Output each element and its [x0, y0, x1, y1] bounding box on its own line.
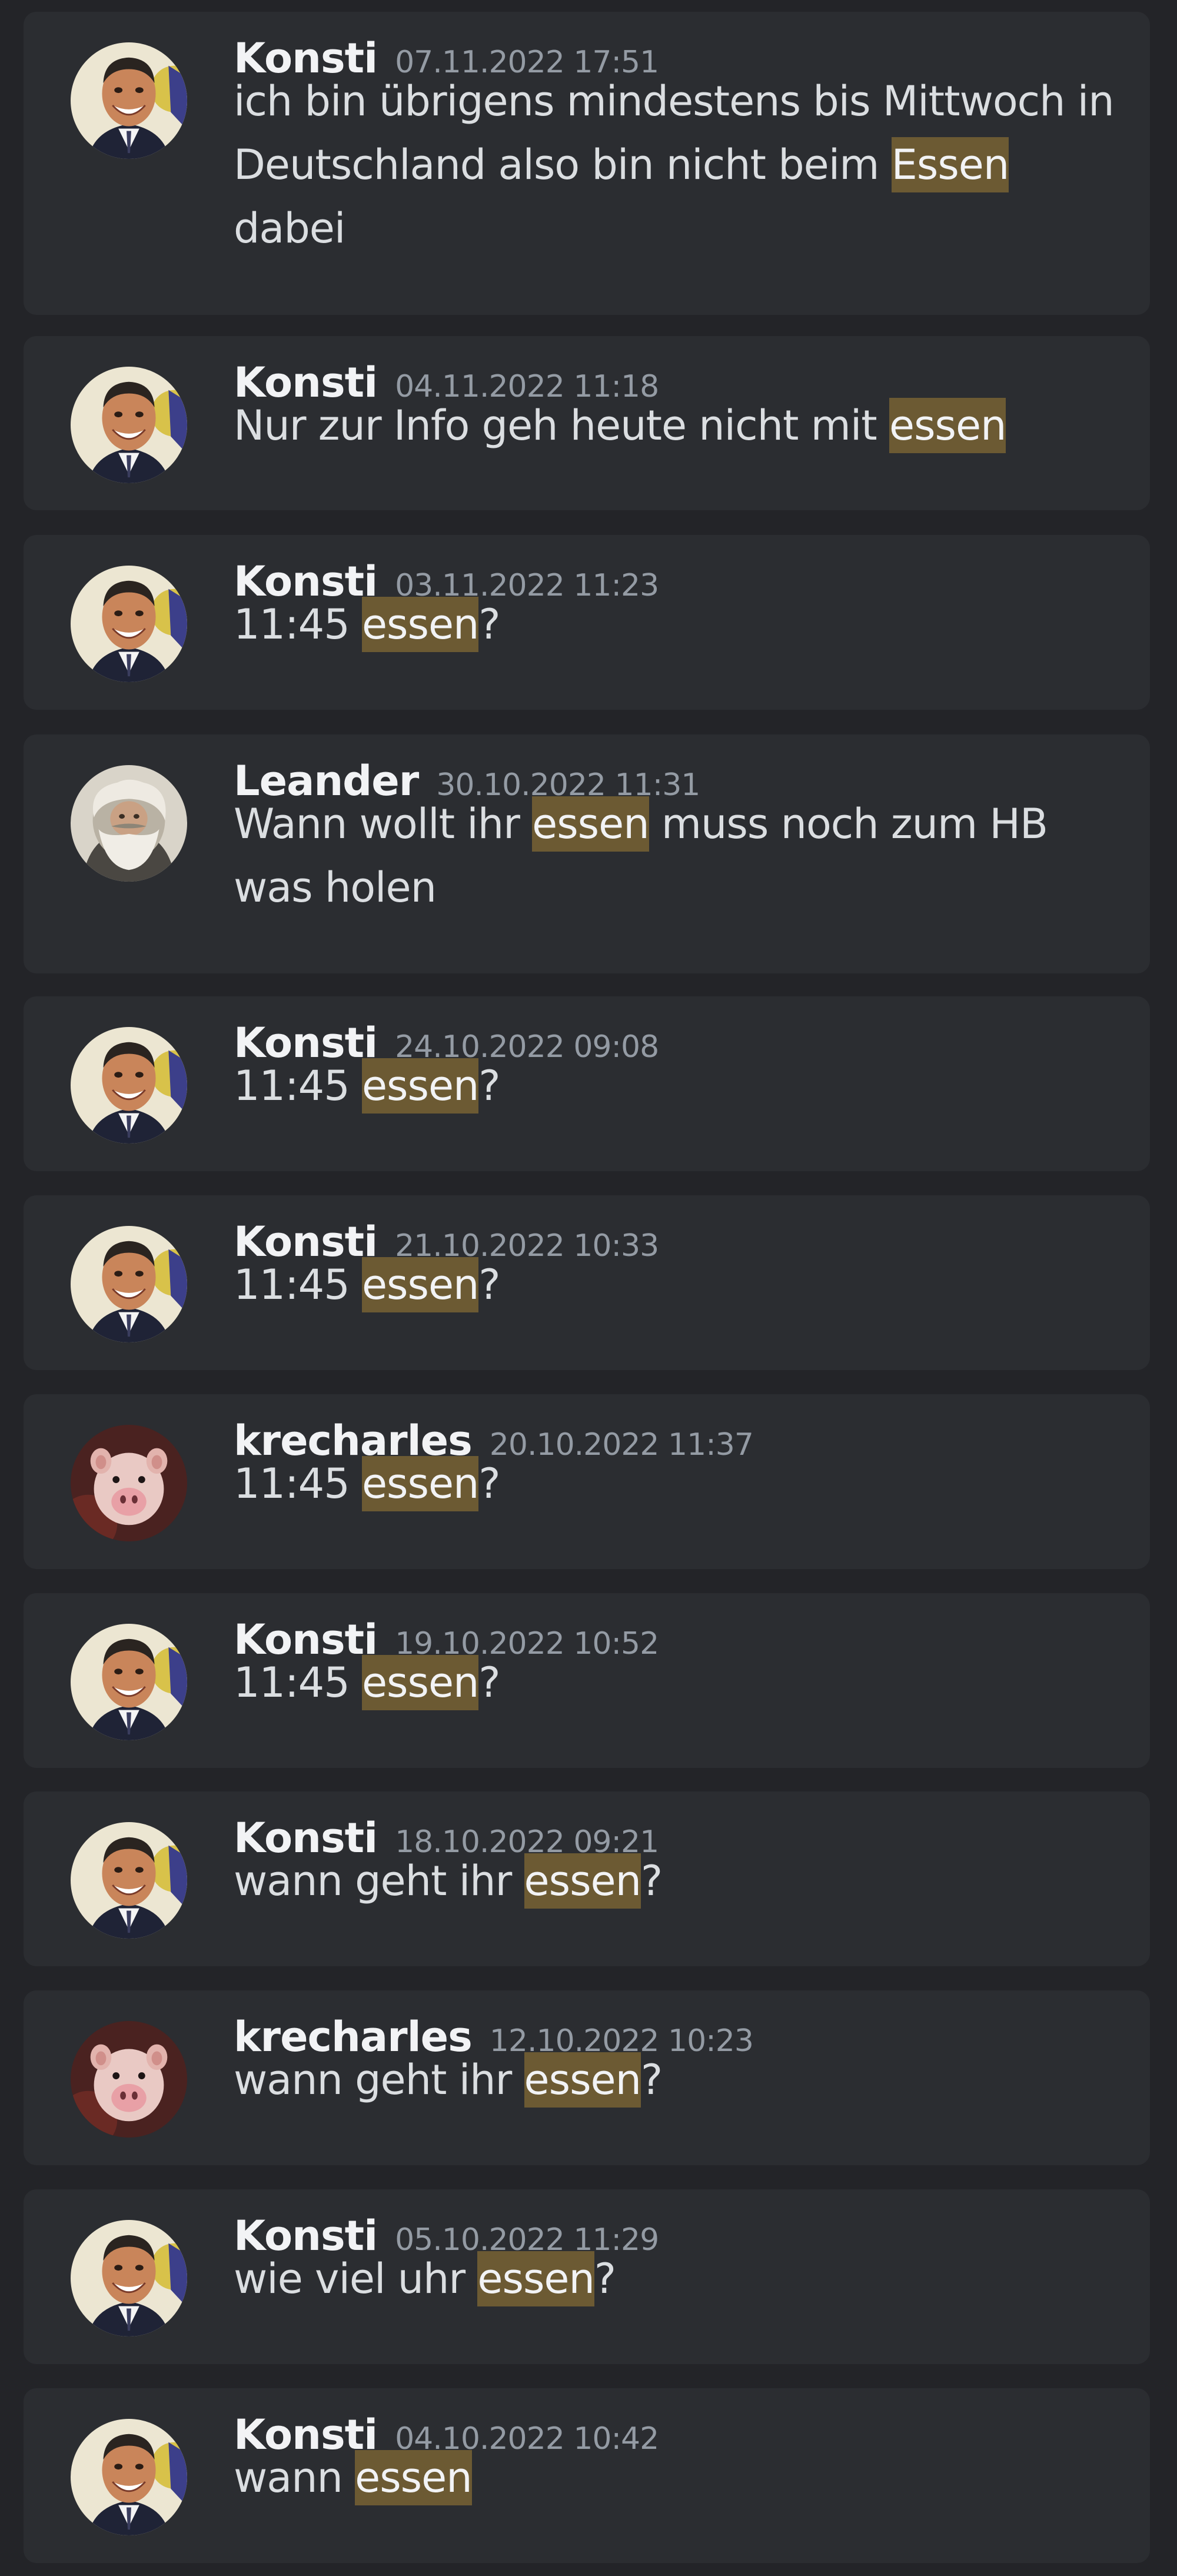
search-highlight: essen — [524, 2052, 641, 2108]
avatar[interactable] — [71, 367, 187, 483]
message-content: ich bin übrigens mindestens bis Mittwoch… — [234, 69, 1128, 260]
krecharles-avatar-icon — [71, 1425, 187, 1541]
leander-avatar-icon — [71, 765, 187, 882]
message-text: Wann wollt ihr — [234, 800, 533, 848]
avatar[interactable] — [71, 1624, 187, 1740]
search-result-message[interactable]: Konsti 05.10.2022 11:29 wie viel uhr essen… — [24, 2189, 1150, 2364]
message-text: wann geht ihr — [234, 2056, 524, 2104]
message-content: 11:45 essen? — [234, 593, 1128, 656]
search-highlight: essen — [361, 1456, 479, 1511]
avatar[interactable] — [71, 765, 187, 882]
search-highlight: essen — [361, 1058, 479, 1114]
message-text: 11:45 — [234, 1658, 362, 1707]
konsti-avatar-icon — [71, 1226, 187, 1342]
search-result-message[interactable]: krecharles 12.10.2022 10:23 wann geht ihr … — [24, 1990, 1150, 2165]
search-highlight: essen — [361, 1655, 479, 1710]
search-highlight: essen — [532, 796, 650, 852]
message-content: Wann wollt ihr essen muss noch zum HB wa… — [234, 792, 1128, 919]
search-result-message[interactable]: Konsti 04.10.2022 10:42 wann essen — [24, 2388, 1150, 2563]
konsti-avatar-icon — [71, 566, 187, 682]
search-highlight: essen — [361, 597, 479, 652]
konsti-avatar-icon — [71, 1624, 187, 1740]
search-result-message[interactable]: Konsti 03.11.2022 11:23 11:45 essen? — [24, 535, 1150, 710]
avatar[interactable] — [71, 566, 187, 682]
message-text: ? — [478, 1658, 500, 1707]
message-text: wann geht ihr — [234, 1857, 524, 1905]
avatar[interactable] — [71, 1425, 187, 1541]
message-content: 11:45 essen? — [234, 1452, 1128, 1515]
konsti-avatar-icon — [71, 1822, 187, 1939]
message-text: dabei — [234, 204, 345, 252]
konsti-avatar-icon — [71, 42, 187, 159]
message-content: wann geht ihr essen? — [234, 1849, 1128, 1913]
message-text: ? — [640, 1857, 663, 1905]
search-results-list: Konsti 07.11.2022 17:51 ich bin übrigens m… — [0, 0, 1177, 2576]
message-text: ? — [478, 600, 500, 649]
konsti-avatar-icon — [71, 2220, 187, 2336]
message-text: ? — [640, 2056, 663, 2104]
konsti-avatar-icon — [71, 367, 187, 483]
message-text: 11:45 — [234, 600, 362, 649]
message-content: 11:45 essen? — [234, 1054, 1128, 1118]
message-content: wie viel uhr essen? — [234, 2247, 1128, 2311]
search-result-message[interactable]: Konsti 21.10.2022 10:33 11:45 essen? — [24, 1195, 1150, 1370]
search-highlight: essen — [355, 2450, 473, 2505]
search-highlight: Essen — [891, 137, 1009, 192]
krecharles-avatar-icon — [71, 2021, 187, 2138]
konsti-avatar-icon — [71, 1027, 187, 1144]
konsti-avatar-icon — [71, 2419, 187, 2535]
message-text: Nur zur Info geh heute nicht mit — [234, 401, 890, 450]
avatar[interactable] — [71, 2021, 187, 2138]
search-result-message[interactable]: Konsti 19.10.2022 10:52 11:45 essen? — [24, 1593, 1150, 1768]
avatar[interactable] — [71, 42, 187, 159]
message-content: 11:45 essen? — [234, 1651, 1128, 1714]
message-text: 11:45 — [234, 1460, 362, 1508]
search-highlight: essen — [524, 1853, 641, 1909]
search-result-message[interactable]: Konsti 04.11.2022 11:18 Nur zur Info geh h… — [24, 336, 1150, 510]
search-result-message[interactable]: Konsti 07.11.2022 17:51 ich bin übrigens m… — [24, 12, 1150, 315]
search-highlight: essen — [477, 2251, 595, 2306]
search-result-message[interactable]: Konsti 24.10.2022 09:08 11:45 essen? — [24, 996, 1150, 1171]
message-text: wie viel uhr — [234, 2255, 478, 2303]
search-result-message[interactable]: krecharles 20.10.2022 11:37 11:45 essen? — [24, 1394, 1150, 1569]
avatar[interactable] — [71, 1027, 187, 1144]
message-text: ? — [478, 1460, 500, 1508]
message-text: ? — [478, 1062, 500, 1110]
avatar[interactable] — [71, 1822, 187, 1939]
message-content: 11:45 essen? — [234, 1253, 1128, 1317]
search-result-message[interactable]: Leander 30.10.2022 11:31 Wann wollt ihr es… — [24, 734, 1150, 973]
search-result-message[interactable]: Konsti 18.10.2022 09:21 wann geht ihr esse… — [24, 1791, 1150, 1966]
message-content: wann essen — [234, 2446, 1128, 2509]
avatar[interactable] — [71, 1226, 187, 1342]
message-text: 11:45 — [234, 1261, 362, 1309]
message-text: 11:45 — [234, 1062, 362, 1110]
message-text: ? — [594, 2255, 616, 2303]
message-content: Nur zur Info geh heute nicht mit essen — [234, 394, 1128, 457]
message-text: ? — [478, 1261, 500, 1309]
message-content: wann geht ihr essen? — [234, 2048, 1128, 2112]
avatar[interactable] — [71, 2220, 187, 2336]
search-highlight: essen — [889, 398, 1006, 453]
search-highlight: essen — [361, 1257, 479, 1312]
avatar[interactable] — [71, 2419, 187, 2535]
message-text: wann — [234, 2454, 355, 2502]
